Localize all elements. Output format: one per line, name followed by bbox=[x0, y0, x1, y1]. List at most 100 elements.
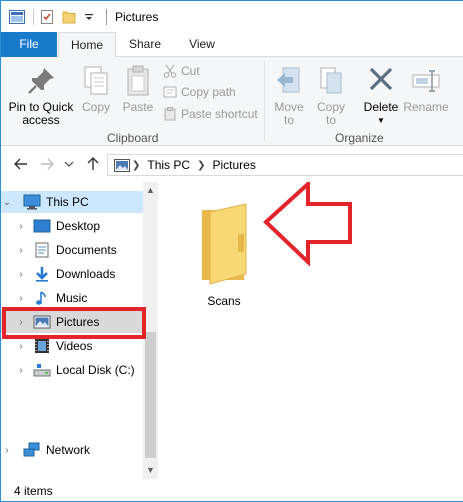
nav-label: Downloads bbox=[56, 267, 116, 281]
nav-label: Documents bbox=[56, 243, 117, 257]
chevron-right-icon[interactable]: ❯ bbox=[197, 160, 205, 171]
new-folder-icon[interactable] bbox=[62, 10, 78, 24]
up-arrow-icon bbox=[87, 157, 99, 170]
paste-button[interactable]: Paste bbox=[119, 65, 157, 114]
scroll-thumb[interactable] bbox=[145, 332, 156, 458]
nav-item-this-pc[interactable]: ⌄ This PC bbox=[1, 191, 143, 213]
delete-label: Delete bbox=[363, 100, 399, 114]
music-note-icon bbox=[33, 290, 51, 306]
chevron-right-icon[interactable]: › bbox=[1, 445, 13, 456]
nav-item-local-disk[interactable]: › Local Disk (C:) bbox=[1, 359, 143, 381]
rename-button[interactable]: Rename bbox=[403, 65, 449, 114]
download-arrow-icon bbox=[33, 266, 51, 282]
chevron-down-icon[interactable]: ⌄ bbox=[1, 197, 13, 208]
back-button[interactable] bbox=[13, 156, 29, 172]
pin-to-quick-access-button[interactable]: Pin to Quick access bbox=[5, 65, 77, 127]
desktop-icon bbox=[33, 218, 51, 234]
copy-to-label-line2: to bbox=[325, 113, 336, 127]
scroll-up-icon[interactable]: ▲ bbox=[146, 185, 155, 195]
tab-file[interactable]: File bbox=[1, 32, 57, 57]
ribbon: Pin to Quick access Copy Paste Cut Copy … bbox=[1, 57, 463, 146]
highlight-box bbox=[2, 307, 146, 339]
recent-locations-button[interactable] bbox=[64, 156, 74, 172]
folder-icon bbox=[202, 203, 247, 285]
chevron-right-icon[interactable]: ❯ bbox=[132, 160, 140, 171]
breadcrumb-this-pc[interactable]: This PC bbox=[147, 158, 190, 172]
status-bar: 4 items bbox=[1, 479, 463, 501]
nav-item-network[interactable]: › Network bbox=[1, 439, 143, 461]
breadcrumb-pictures[interactable]: Pictures bbox=[212, 158, 255, 172]
paste-label: Paste bbox=[122, 100, 154, 114]
scissors-icon bbox=[163, 64, 177, 78]
nav-label: Network bbox=[46, 443, 91, 457]
chevron-right-icon[interactable]: › bbox=[15, 245, 27, 256]
pictures-library-icon bbox=[114, 158, 130, 172]
chevron-right-icon[interactable]: › bbox=[15, 221, 27, 232]
chevron-right-icon[interactable]: › bbox=[15, 269, 27, 280]
chevron-down-icon bbox=[64, 161, 74, 167]
organize-group-label: Organize bbox=[335, 131, 384, 145]
copy-to-button[interactable]: Copy to bbox=[313, 65, 349, 127]
window-title: Pictures bbox=[115, 9, 159, 24]
chevron-right-icon[interactable]: › bbox=[15, 341, 27, 352]
rename-label: Rename bbox=[403, 100, 449, 114]
forward-button[interactable] bbox=[39, 156, 55, 172]
rename-icon bbox=[412, 70, 440, 92]
up-button[interactable] bbox=[85, 156, 101, 172]
delete-dropdown-icon[interactable]: ▼ bbox=[361, 114, 401, 127]
nav-item-documents[interactable]: › Documents bbox=[1, 239, 143, 261]
delete-button[interactable]: Delete ▼ bbox=[361, 65, 401, 127]
paste-shortcut-button[interactable]: Paste shortcut bbox=[163, 107, 258, 121]
nav-item-desktop[interactable]: › Desktop bbox=[1, 215, 143, 237]
drive-icon bbox=[33, 362, 51, 378]
forward-arrow-icon bbox=[41, 158, 54, 170]
customize-dropdown-icon[interactable] bbox=[84, 10, 94, 24]
copy-button[interactable]: Copy bbox=[79, 65, 113, 114]
move-to-label-line2: to bbox=[283, 113, 294, 127]
cut-label: Cut bbox=[181, 64, 200, 78]
nav-label: Music bbox=[56, 291, 88, 305]
move-to-button[interactable]: Move to bbox=[271, 65, 307, 127]
pin-label-line2: access bbox=[22, 113, 60, 127]
nav-label: Videos bbox=[56, 339, 93, 353]
move-to-icon bbox=[277, 67, 300, 93]
copy-path-button[interactable]: Copy path bbox=[163, 85, 236, 99]
tab-view[interactable]: View bbox=[178, 32, 226, 57]
nav-label: Desktop bbox=[56, 219, 101, 233]
paste-shortcut-label: Paste shortcut bbox=[181, 107, 258, 121]
window-icon[interactable] bbox=[9, 9, 25, 24]
address-bar[interactable]: ❯ This PC ❯ Pictures bbox=[107, 154, 463, 176]
copy-label: Copy bbox=[81, 100, 110, 114]
nav-label: Local Disk (C:) bbox=[56, 363, 135, 377]
content-pane: Scans bbox=[158, 182, 463, 479]
delete-x-icon bbox=[369, 67, 393, 91]
explorer-window: Pictures File Home Share View Pin to Qui… bbox=[0, 0, 463, 502]
scroll-down-icon[interactable]: ▼ bbox=[146, 465, 155, 475]
folder-label: Scans bbox=[207, 294, 241, 308]
tab-share[interactable]: Share bbox=[119, 32, 171, 57]
title-bar: Pictures bbox=[1, 1, 463, 32]
chevron-right-icon[interactable]: › bbox=[15, 365, 27, 376]
paste-shortcut-icon bbox=[164, 107, 176, 121]
copy-to-icon bbox=[320, 67, 342, 94]
paste-icon bbox=[127, 65, 149, 96]
tab-home[interactable]: Home bbox=[58, 32, 116, 58]
nav-item-downloads[interactable]: › Downloads bbox=[1, 263, 143, 285]
properties-icon[interactable] bbox=[40, 9, 56, 24]
cut-button[interactable]: Cut bbox=[163, 64, 200, 78]
folder-item-scans[interactable]: Scans bbox=[188, 194, 260, 308]
computer-icon bbox=[23, 194, 41, 210]
item-count: 4 items bbox=[14, 484, 53, 498]
documents-icon bbox=[33, 242, 51, 258]
red-arrow-annotation bbox=[263, 182, 352, 267]
nav-label: This PC bbox=[46, 195, 89, 209]
copy-icon bbox=[84, 66, 108, 95]
chevron-right-icon[interactable]: › bbox=[15, 293, 27, 304]
pin-icon bbox=[28, 68, 54, 94]
nav-item-music[interactable]: › Music bbox=[1, 287, 143, 309]
address-row: ❯ This PC ❯ Pictures bbox=[1, 147, 463, 181]
ribbon-tabs: File Home Share View bbox=[1, 32, 463, 58]
film-strip-icon bbox=[33, 338, 51, 354]
back-arrow-icon bbox=[14, 158, 27, 170]
copy-path-label: Copy path bbox=[181, 85, 236, 99]
